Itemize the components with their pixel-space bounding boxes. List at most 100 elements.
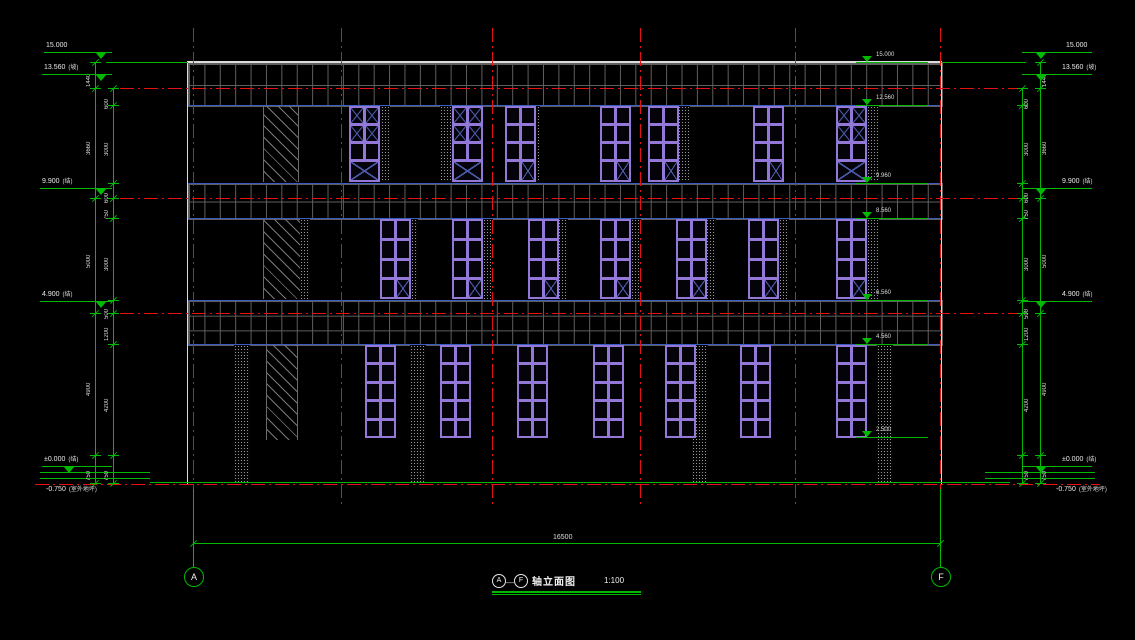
interior-level-line [856,344,928,345]
facade-tile-band [188,300,943,346]
window-row [750,241,777,258]
dim-label: 600 [1024,85,1030,109]
elevation-marker-value: 4.900 (结) [42,291,73,298]
window-pane [602,162,614,180]
elevation-marker-value: -0.750 (室外地坪) [1056,486,1107,493]
window-casement-pane [853,126,865,141]
window-row [507,108,534,123]
interior-level-value: 4.560 [876,334,891,340]
window-row [602,221,629,238]
window-pane [610,365,622,380]
interior-level-triangle [862,338,872,344]
window-casement-pane [522,162,534,180]
window-pane [522,108,534,123]
cad-elevation-viewport: A—F轴立面图1:100 144036605000490075060030006… [0,0,1135,640]
window-row [667,421,694,436]
window-pane [457,365,469,380]
window-row [351,162,378,180]
textured-column [410,345,426,482]
annotation-line [150,482,1010,483]
window-pane [469,144,481,158]
window-pane [755,126,767,141]
window-pane [382,421,394,436]
window-pane [667,365,679,380]
window-pane [442,421,454,436]
window-pane [530,280,542,297]
dim-label: 750 [104,457,110,481]
window [740,345,771,438]
window-pane [545,221,557,238]
window-pane [382,280,394,297]
window-row [602,241,629,258]
window-row [454,108,481,123]
window-row [519,347,546,362]
window-pane [602,144,614,158]
window-pane [602,261,614,278]
interior-level-value: 9.960 [876,173,891,179]
window-row [454,162,481,180]
dim-chain-line [1022,88,1023,483]
window-band-line [188,105,941,106]
window [600,106,631,182]
window-row [750,221,777,238]
elevation-marker-line [1022,52,1092,53]
window-pane [519,402,531,417]
window [452,106,483,182]
interior-level-value: 15.000 [876,52,894,58]
window-casement-pane [617,162,629,180]
window-pane [367,365,379,380]
window-pane [617,126,629,141]
window-row [742,421,769,436]
window-pane [382,241,394,258]
window-row [530,261,557,278]
elevation-value: 15.000 [46,42,67,49]
window-row [454,261,481,278]
window-row [442,365,469,380]
axis-bubble: A [184,567,204,587]
facade-tile-band [188,183,943,220]
textured-column [234,345,250,482]
window-pane [838,347,850,362]
elevation-value: 13.560 [1062,64,1083,71]
window-pane [757,421,769,436]
dim-label: 4200 [1024,388,1030,412]
elevation-marker-triangle [1036,189,1046,195]
dim-label: 750 [1024,196,1030,220]
textured-column [558,219,568,299]
window-row [838,126,865,141]
dim-label: 4900 [1042,372,1048,396]
elevation-value: 9.900 [42,178,60,185]
elevation-marker-triangle [1036,302,1046,308]
window-pane [757,384,769,399]
window [365,345,396,438]
window-casement-pane [351,108,363,123]
annotation-line [941,62,1026,63]
window-pane [382,365,394,380]
title-text: 轴立面图 [532,577,576,588]
window-casement-pane [366,108,378,123]
window-pane [678,280,690,297]
window-pane [838,384,850,399]
elevation-value: ±0.000 [44,456,65,463]
window-pane [742,384,754,399]
window-casement-pane [770,162,782,180]
window-row [382,241,409,258]
window-pane [742,347,754,362]
window-casement-pane [469,108,481,123]
window-row [838,365,865,380]
window-pane [367,402,379,417]
window-pane [838,421,850,436]
window-row [530,221,557,238]
window-row [519,365,546,380]
elevation-marker-line [1022,188,1092,189]
window-pane [602,126,614,141]
window-pane [367,421,379,436]
elevation-marker-triangle [1036,75,1046,81]
dim-label: 750 [104,196,110,220]
window-row [742,402,769,417]
window-row [667,347,694,362]
window-pane [682,384,694,399]
elevation-suffix: (坡) [65,65,78,71]
window-casement-pane [838,108,850,123]
dim-label: 3000 [104,132,110,156]
